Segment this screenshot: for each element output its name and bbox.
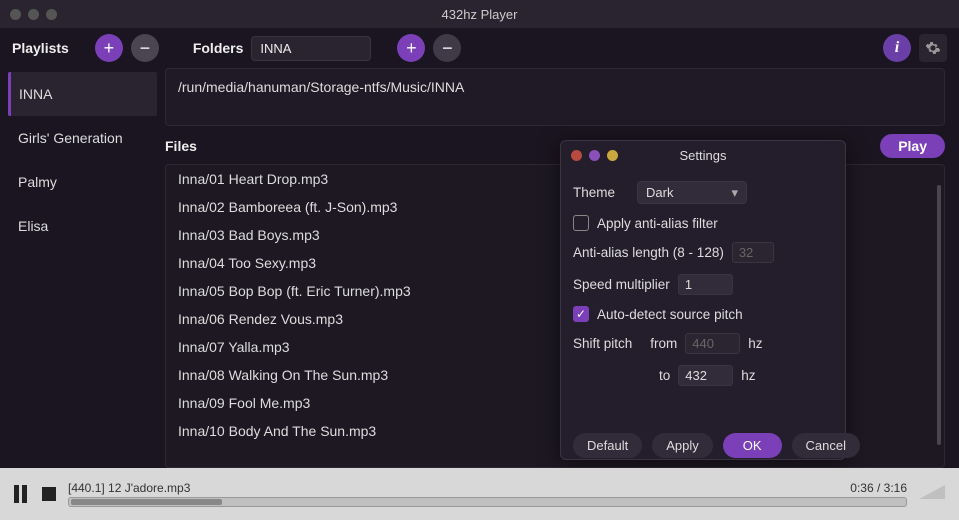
gear-icon (925, 40, 941, 56)
shift-from-label: from (650, 336, 677, 351)
player-bar: [440.1] 12 J'adore.mp3 0:36 / 3:16 (0, 468, 959, 520)
settings-dialog: Settings Theme Dark Apply anti-alias fil… (560, 140, 846, 460)
auto-detect-label: Auto-detect source pitch (597, 307, 743, 322)
playlist-item[interactable]: Elisa (8, 204, 157, 248)
stop-button[interactable] (42, 487, 56, 501)
folder-path-display[interactable]: /run/media/hanuman/Storage-ntfs/Music/IN… (165, 68, 945, 126)
window-titlebar: 432hz Player (0, 0, 959, 28)
dialog-close-icon[interactable] (571, 150, 582, 161)
anti-alias-checkbox[interactable] (573, 215, 589, 231)
minimize-window-icon[interactable] (28, 9, 39, 20)
close-window-icon[interactable] (10, 9, 21, 20)
playlists-label: Playlists (12, 40, 69, 56)
hz-label-2: hz (741, 368, 755, 383)
speed-multiplier-input[interactable] (678, 274, 733, 295)
dialog-title: Settings (680, 148, 727, 163)
progress-fill (71, 499, 222, 505)
settings-button[interactable] (919, 34, 947, 62)
speed-multiplier-label: Speed multiplier (573, 277, 670, 292)
playlist-item[interactable]: Palmy (8, 160, 157, 204)
playlists-sidebar: INNAGirls' GenerationPalmyElisa (0, 68, 165, 468)
shift-to-input[interactable] (678, 365, 733, 386)
cancel-button[interactable]: Cancel (792, 433, 860, 458)
anti-alias-length-input[interactable] (732, 242, 774, 263)
theme-label: Theme (573, 185, 615, 200)
play-button[interactable]: Play (880, 134, 945, 158)
apply-button[interactable]: Apply (652, 433, 713, 458)
now-playing-label: [440.1] 12 J'adore.mp3 (68, 481, 190, 495)
remove-playlist-button[interactable]: − (131, 34, 159, 62)
pause-button[interactable] (14, 485, 30, 503)
anti-alias-label: Apply anti-alias filter (597, 216, 718, 231)
playlist-item[interactable]: INNA (8, 72, 157, 116)
remove-folder-button[interactable]: − (433, 34, 461, 62)
default-button[interactable]: Default (573, 433, 642, 458)
info-button[interactable]: i (883, 34, 911, 62)
progress-slider[interactable] (68, 497, 907, 507)
shift-pitch-label: Shift pitch (573, 336, 632, 351)
add-playlist-button[interactable]: + (95, 34, 123, 62)
time-display: 0:36 / 3:16 (850, 481, 907, 495)
auto-detect-checkbox[interactable] (573, 306, 589, 322)
files-label: Files (165, 138, 197, 154)
folders-label: Folders (193, 40, 244, 56)
toolbar: Playlists + − Folders + − i (0, 28, 959, 68)
dialog-titlebar: Settings (561, 141, 845, 169)
anti-alias-length-label: Anti-alias length (8 - 128) (573, 245, 724, 260)
playlist-item[interactable]: Girls' Generation (8, 116, 157, 160)
shift-to-label: to (659, 368, 670, 383)
add-folder-button[interactable]: + (397, 34, 425, 62)
dialog-maximize-icon[interactable] (607, 150, 618, 161)
file-list-scrollbar[interactable] (937, 185, 941, 445)
shift-from-input[interactable] (685, 333, 740, 354)
dialog-minimize-icon[interactable] (589, 150, 600, 161)
volume-control[interactable] (919, 485, 945, 504)
hz-label-1: hz (748, 336, 762, 351)
maximize-window-icon[interactable] (46, 9, 57, 20)
window-controls (10, 9, 57, 20)
folder-name-input[interactable] (251, 36, 371, 61)
theme-select[interactable]: Dark (637, 181, 747, 204)
ok-button[interactable]: OK (723, 433, 782, 458)
window-title: 432hz Player (442, 7, 518, 22)
